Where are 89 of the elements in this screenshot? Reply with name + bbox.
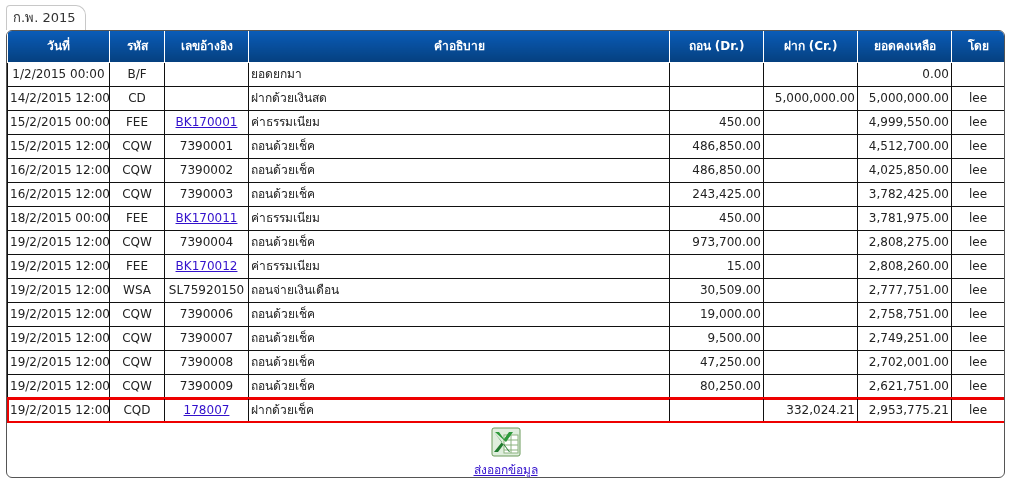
table-cell: 19/2/2015 12:00	[7, 398, 110, 422]
table-cell: 973,700.00	[669, 230, 764, 254]
table-cell: 19/2/2015 12:00	[7, 326, 110, 350]
table-cell: 19,000.00	[669, 302, 764, 326]
table-cell: WSA	[109, 278, 165, 302]
table-cell: 16/2/2015 12:00	[7, 158, 110, 182]
table-cell: 450.00	[669, 206, 764, 230]
table-cell: CQD	[109, 398, 165, 422]
column-header: ฝาก (Cr.)	[763, 31, 858, 62]
column-header: ยอดคงเหลือ	[857, 31, 952, 62]
table-cell: 7390004	[164, 230, 249, 254]
table-cell: SL75920150	[164, 278, 249, 302]
table-cell: ถอนด้วยเช็ค	[248, 230, 670, 254]
table-cell: 5,000,000.00	[763, 86, 858, 110]
table-cell: ฝากด้วยเงินสด	[248, 86, 670, 110]
spreadsheet-icon[interactable]	[490, 426, 521, 457]
column-header: ถอน (Dr.)	[669, 31, 764, 62]
table-cell: ถอนด้วยเช็ค	[248, 158, 670, 182]
table-cell: 4,512,700.00	[857, 134, 952, 158]
table-cell: 0.00	[857, 62, 952, 86]
table-cell: CQW	[109, 158, 165, 182]
column-header: รหัส	[109, 31, 165, 62]
table-cell: 7390002	[164, 158, 249, 182]
column-header: เลขอ้างอิง	[164, 31, 249, 62]
table-cell: 14/2/2015 12:00	[7, 86, 110, 110]
table-cell: 19/2/2015 12:00	[7, 350, 110, 374]
table-cell: 4,999,550.00	[857, 110, 952, 134]
table-cell: 2,953,775.21	[857, 398, 952, 422]
table-cell: CQW	[109, 134, 165, 158]
table-cell: 2,808,260.00	[857, 254, 952, 278]
table-cell: 30,509.00	[669, 278, 764, 302]
table-cell: ยอดยกมา	[248, 62, 670, 86]
table-cell: 3,781,975.00	[857, 206, 952, 230]
table-cell: ถอนด้วยเช็ค	[248, 350, 670, 374]
table-cell: CQW	[109, 182, 165, 206]
table-cell: 1/2/2015 00:00	[7, 62, 110, 86]
column-header: วันที่	[7, 31, 110, 62]
table-cell: 19/2/2015 12:00	[7, 302, 110, 326]
table-cell: 243,425.00	[669, 182, 764, 206]
table-cell: 7390001	[164, 134, 249, 158]
table-cell: 19/2/2015 12:00	[7, 278, 110, 302]
table-cell: CQW	[109, 230, 165, 254]
tab[interactable]: ก.พ. 2015	[6, 4, 87, 30]
column-header: โดย	[951, 31, 1004, 62]
table-cell: 450.00	[669, 110, 764, 134]
table-cell: 332,024.21	[763, 398, 858, 422]
table-cell: 486,850.00	[669, 134, 764, 158]
table-cell: FEE	[109, 254, 165, 278]
table-cell: 2,808,275.00	[857, 230, 952, 254]
table-cell: CQW	[109, 350, 165, 374]
table-cell: FEE	[109, 206, 165, 230]
table-cell: 7390006	[164, 302, 249, 326]
table-cell: 7390003	[164, 182, 249, 206]
table-cell: 47,250.00	[669, 350, 764, 374]
table-cell: CQW	[109, 326, 165, 350]
table-cell: 19/2/2015 12:00	[7, 374, 110, 398]
table-cell: ถอนด้วยเช็ค	[248, 302, 670, 326]
table-cell: ถอนด้วยเช็ค	[248, 182, 670, 206]
table-cell: 9,500.00	[669, 326, 764, 350]
table-cell: ถอนด้วยเช็ค	[248, 326, 670, 350]
table-cell: CQW	[109, 302, 165, 326]
table-cell: 2,749,251.00	[857, 326, 952, 350]
table-cell: FEE	[109, 110, 165, 134]
export-link[interactable]: ส่งออกข้อมูล	[473, 460, 538, 477]
table-cell: 15/2/2015 00:00	[7, 110, 110, 134]
table-cell: 16/2/2015 12:00	[7, 182, 110, 206]
column-header: คำอธิบาย	[248, 31, 670, 62]
table-cell: ค่าธรรมเนียม	[248, 254, 670, 278]
table-cell: ถอนด้วยเช็ค	[248, 134, 670, 158]
table-cell: 7390007	[164, 326, 249, 350]
table-cell: ฝากด้วยเช็ค	[248, 398, 670, 422]
table-cell: 15.00	[669, 254, 764, 278]
table-cell: ค่าธรรมเนียม	[248, 206, 670, 230]
table-cell: 2,777,751.00	[857, 278, 952, 302]
table-cell: 2,702,001.00	[857, 350, 952, 374]
table-cell: B/F	[109, 62, 165, 86]
table-cell: CD	[109, 86, 165, 110]
table-cell: 19/2/2015 12:00	[7, 254, 110, 278]
table-cell: 19/2/2015 12:00	[7, 230, 110, 254]
table-cell: 3,782,425.00	[857, 182, 952, 206]
table-cell: 2,758,751.00	[857, 302, 952, 326]
table-cell: 18/2/2015 00:00	[7, 206, 110, 230]
table-cell: 15/2/2015 12:00	[7, 134, 110, 158]
table-cell: ถอนจ่ายเงินเดือน	[248, 278, 670, 302]
table-cell: 7390008	[164, 350, 249, 374]
table-cell: 4,025,850.00	[857, 158, 952, 182]
table-cell: ค่าธรรมเนียม	[248, 110, 670, 134]
table-cell: 5,000,000.00	[857, 86, 952, 110]
table-cell: 486,850.00	[669, 158, 764, 182]
